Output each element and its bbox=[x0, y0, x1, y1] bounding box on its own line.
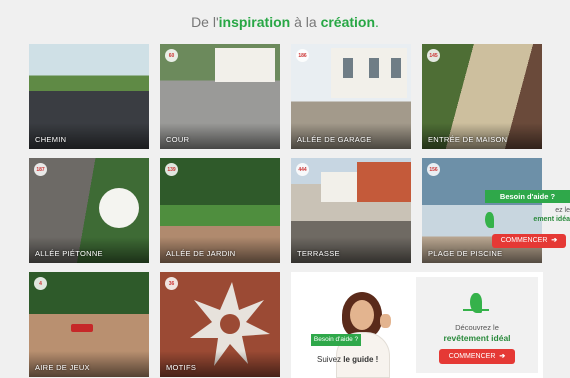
follow-prefix: Suivez bbox=[317, 355, 344, 364]
tile-caption: ALLÉE PIÉTONNE bbox=[35, 249, 103, 258]
tile-caption: MOTIFS bbox=[166, 363, 197, 372]
flowers-shape bbox=[99, 188, 139, 228]
promo-panel: Découvrez le revêtement idéal COMMENCER ➔ bbox=[416, 277, 538, 373]
promo-highlight-text: revêtement idéal bbox=[443, 333, 511, 343]
tile-badge: 36 bbox=[165, 277, 178, 290]
tile-caption: PLAGE DE PISCINE bbox=[428, 249, 503, 258]
tile-badge: 444 bbox=[296, 163, 309, 176]
tile-jeux[interactable]: 4 AIRE DE JEUX bbox=[29, 272, 149, 377]
tile-caption: ALLÉE DE GARAGE bbox=[297, 135, 372, 144]
title-word-inspiration: inspiration bbox=[218, 14, 291, 30]
leaf-icon bbox=[485, 212, 494, 228]
tile-badge: 187 bbox=[34, 163, 47, 176]
promo-follow-text: Suivez le guide ! bbox=[317, 355, 378, 364]
tile-badge: 156 bbox=[427, 163, 440, 176]
window-shape bbox=[369, 58, 379, 78]
tile-terrasse[interactable]: 444 TERRASSE bbox=[291, 158, 411, 263]
help-tag[interactable]: Besoin d'aide ? bbox=[485, 190, 570, 203]
tile-motifs[interactable]: 36 MOTIFS bbox=[160, 272, 280, 377]
tile-caption: COUR bbox=[166, 135, 190, 144]
tile-caption: CHEMIN bbox=[35, 135, 67, 144]
tile-badge: 139 bbox=[165, 163, 178, 176]
tile-caption: TERRASSE bbox=[297, 249, 340, 258]
window-shape bbox=[343, 58, 353, 78]
follow-bold: le guide ! bbox=[343, 355, 379, 364]
house-shape bbox=[357, 162, 411, 202]
title-prefix: De l' bbox=[191, 14, 219, 30]
help-commencer-button[interactable]: COMMENCER ➔ bbox=[492, 234, 566, 248]
guide-promo: Besoin d'aide ? Suivez le guide ! Découv… bbox=[291, 272, 543, 378]
tile-caption: ENTRÉE DE MAISON bbox=[428, 135, 508, 144]
commencer-button[interactable]: COMMENCER ➔ bbox=[439, 349, 515, 364]
leaf-icon bbox=[463, 293, 489, 313]
title-word-creation: création bbox=[320, 14, 376, 30]
promo-help-tag: Besoin d'aide ? bbox=[311, 334, 361, 346]
tile-jardin[interactable]: 139 ALLÉE DE JARDIN bbox=[160, 158, 280, 263]
promo-discover-text: Découvrez le bbox=[455, 323, 499, 332]
commencer-label: COMMENCER bbox=[448, 353, 496, 360]
tile-caption: AIRE DE JEUX bbox=[35, 363, 90, 372]
tile-garage[interactable]: 186 ALLÉE DE GARAGE bbox=[291, 44, 411, 149]
arrow-right-icon: ➔ bbox=[551, 237, 558, 244]
house-shape bbox=[321, 172, 357, 202]
title-suffix: . bbox=[375, 14, 379, 30]
help-peek-line1: ez le bbox=[555, 207, 570, 214]
window-shape bbox=[391, 58, 401, 78]
tile-badge: 60 bbox=[165, 49, 178, 62]
tile-cour[interactable]: 60 COUR bbox=[160, 44, 280, 149]
tile-entree[interactable]: 145 ENTRÉE DE MAISON bbox=[422, 44, 542, 149]
person-face bbox=[350, 300, 374, 330]
help-commencer-label: COMMENCER bbox=[500, 237, 548, 244]
section-title: De l'inspiration à la création. bbox=[0, 14, 570, 30]
help-peek-text: ez le ement idéa bbox=[520, 206, 570, 224]
tile-pietonne[interactable]: 187 ALLÉE PIÉTONNE bbox=[29, 158, 149, 263]
wheelbarrow-shape bbox=[71, 324, 93, 332]
tile-badge: 4 bbox=[34, 277, 47, 290]
tile-chemin[interactable]: CHEMIN bbox=[29, 44, 149, 149]
tile-badge: 145 bbox=[427, 49, 440, 62]
title-middle: à la bbox=[290, 14, 321, 30]
tile-badge: 186 bbox=[296, 49, 309, 62]
house-shape bbox=[215, 48, 275, 82]
tile-caption: ALLÉE DE JARDIN bbox=[166, 249, 236, 258]
person-hand bbox=[380, 314, 391, 328]
help-peek-line2: ement idéa bbox=[533, 216, 570, 223]
arrow-right-icon: ➔ bbox=[499, 353, 506, 360]
